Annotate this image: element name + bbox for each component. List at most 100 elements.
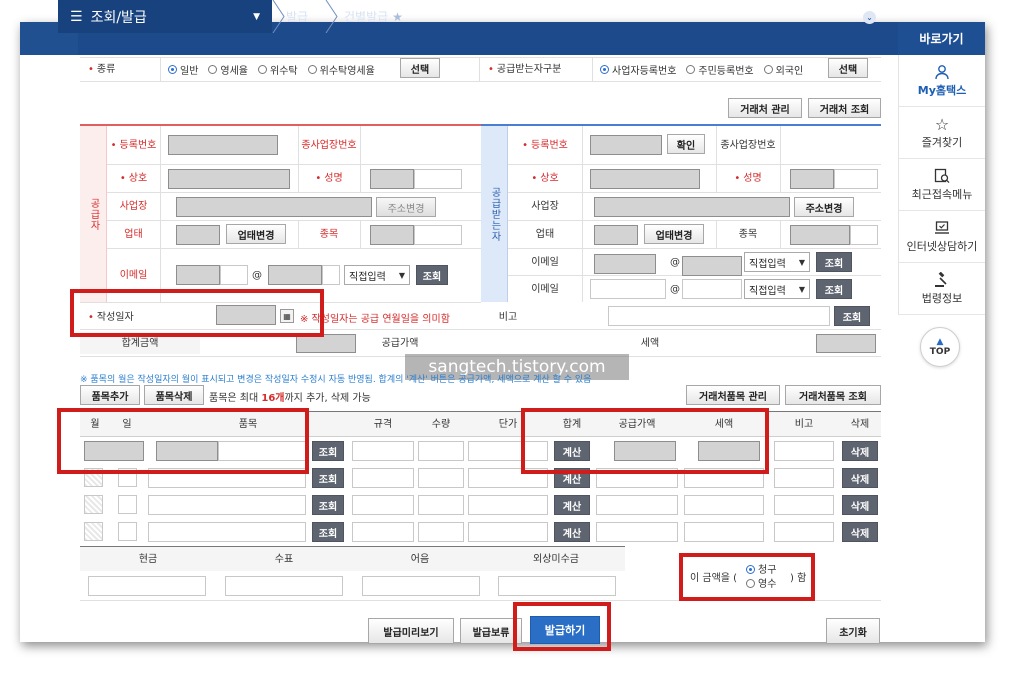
receiver-option-biz-no[interactable]: 사업자등록번호 — [600, 62, 676, 77]
partner-search-button[interactable]: 거래처 조회 — [808, 98, 881, 118]
receiver-option-foreigner[interactable]: 외국인 — [763, 62, 803, 77]
receiver-item-value — [790, 225, 850, 245]
receiver-side-label: 공급받는자 — [489, 186, 500, 242]
receiver-address-change-button[interactable]: 주소변경 — [794, 197, 854, 217]
supplier-name-label: • 상호 — [119, 172, 148, 184]
kind-option-consign[interactable]: 위수탁 — [258, 62, 298, 77]
quick-law-info[interactable]: 법령정보 — [899, 263, 985, 315]
receiver-email1-label: 이메일 — [531, 256, 559, 268]
supplier-email-at: @ — [252, 269, 262, 281]
supplier-side-label: 공급자 — [88, 197, 99, 231]
row3-delete-button[interactable]: 삭제 — [842, 495, 878, 515]
remark-lookup-button[interactable]: 조회 — [834, 306, 870, 326]
supplier-reg-no-label: • 등록번호 — [110, 139, 157, 151]
supplier-email-domain-select[interactable]: 직접입력 ▼ — [344, 265, 410, 285]
chevron-down-icon[interactable]: ⌄ — [863, 11, 876, 24]
receiver-rep-value — [790, 169, 834, 189]
supply-amount-label: 공급가액 — [381, 337, 419, 349]
highlight-claim-option — [679, 553, 815, 601]
receiver-rep-label: • 성명 — [734, 172, 762, 184]
chevron-down-icon: ▼ — [398, 270, 405, 280]
quick-recent-menu[interactable]: 최근접속메뉴 — [899, 159, 985, 211]
breadcrumb-issue[interactable]: 발급 — [286, 0, 308, 33]
receiver-email2-id-input[interactable] — [590, 279, 666, 299]
kind-option-consign-zero[interactable]: 위수탁영세율 — [307, 62, 375, 77]
receiver-type-change-button[interactable]: 업태변경 — [644, 224, 704, 244]
kind-radio-group[interactable]: 일반 영세율 위수탁 위수탁영세율 — [168, 62, 385, 77]
quick-my-hometax[interactable]: My홈택스 — [899, 55, 985, 107]
partner-manage-button[interactable]: 거래처 관리 — [728, 98, 802, 118]
supplier-address-value — [176, 197, 372, 217]
receiver-option-resident-no[interactable]: 주민등록번호 — [686, 62, 754, 77]
row3-item-lookup-button[interactable]: 조회 — [312, 495, 344, 515]
breadcrumb-separator-icon — [272, 0, 286, 34]
receiver-email1-lookup-button[interactable]: 조회 — [816, 252, 852, 272]
receiver-email2-lookup-button[interactable]: 조회 — [816, 279, 852, 299]
supplier-address-change-button[interactable]: 주소변경 — [376, 197, 436, 217]
row1-delete-button[interactable]: 삭제 — [842, 441, 878, 461]
menu-label: 조회/발급 — [90, 9, 147, 26]
row4-delete-button[interactable]: 삭제 — [842, 522, 878, 542]
supplier-reg-no-value — [168, 135, 278, 155]
supplier-biz-type-label: 업태 — [124, 228, 143, 240]
receiver-address-label: 사업장 — [531, 200, 559, 212]
chevron-down-icon: ▼ — [798, 257, 805, 267]
receiver-reg-no-label: • 등록번호 — [522, 139, 568, 151]
highlight-write-date — [70, 289, 324, 337]
payment-check-input[interactable] — [225, 576, 343, 596]
remark-input[interactable] — [608, 306, 830, 326]
kind-option-general[interactable]: 일반 — [168, 62, 198, 77]
reset-button[interactable]: 초기화 — [826, 618, 880, 644]
scroll-top-button[interactable]: ▲ TOP — [920, 327, 960, 367]
row2-item-lookup-button[interactable]: 조회 — [312, 468, 344, 488]
item-delete-button[interactable]: 품목삭제 — [144, 385, 204, 405]
recent-search-icon — [934, 168, 950, 186]
supplier-email-lookup-button[interactable]: 조회 — [416, 265, 448, 285]
receiver-type-select-button[interactable]: 선택 — [828, 58, 868, 78]
supplier-name-value — [168, 169, 290, 189]
supplier-sub-biz-label: 종사업장번호 — [301, 139, 357, 151]
partner-item-search-button[interactable]: 거래처품목 조회 — [785, 385, 881, 405]
favorite-star-icon[interactable]: ★ — [392, 10, 403, 24]
receiver-email1-domain-value — [682, 256, 742, 276]
payment-credit-input[interactable] — [498, 576, 616, 596]
partner-item-manage-button[interactable]: 거래처품목 관리 — [686, 385, 780, 405]
receiver-confirm-button[interactable]: 확인 — [667, 134, 705, 154]
receiver-email2-domain-select[interactable]: 직접입력 ▼ — [744, 279, 810, 299]
col-remark: 비고 — [794, 418, 814, 430]
supplier-item-value — [370, 225, 414, 245]
row2-delete-button[interactable]: 삭제 — [842, 468, 878, 488]
gavel-icon — [934, 271, 950, 290]
tax-amount-value — [816, 334, 876, 353]
payment-note-input[interactable] — [362, 576, 480, 596]
row1-item-lookup-button[interactable]: 조회 — [312, 441, 344, 461]
row1-remark-input[interactable] — [774, 441, 834, 461]
receiver-email1-domain-select[interactable]: 직접입력 ▼ — [744, 252, 810, 272]
row3-calc-button[interactable]: 계산 — [554, 495, 590, 515]
col-qty: 수량 — [431, 418, 451, 430]
highlight-issue-button — [513, 602, 611, 651]
issue-preview-button[interactable]: 발급미리보기 — [368, 618, 454, 644]
kind-select-button[interactable]: 선택 — [400, 58, 440, 78]
row4-calc-button[interactable]: 계산 — [554, 522, 590, 542]
supplier-type-change-button[interactable]: 업태변경 — [226, 224, 286, 244]
row1-qty-input[interactable] — [418, 441, 464, 461]
quick-favorites[interactable]: ☆ 즐겨찾기 — [899, 107, 985, 159]
menu-dropdown[interactable]: ☰ 조회/발급 ▼ — [58, 0, 272, 33]
remark-label: 비고 — [498, 311, 518, 323]
tax-amount-label: 세액 — [640, 337, 660, 349]
item-add-button[interactable]: 품목추가 — [80, 385, 140, 405]
payment-cash-input[interactable] — [88, 576, 206, 596]
kind-option-zero-rate[interactable]: 영세율 — [208, 62, 248, 77]
receiver-type-radio-group[interactable]: 사업자등록번호 주민등록번호 외국인 — [600, 62, 813, 77]
row3-item-input[interactable] — [148, 495, 306, 515]
quick-online-consult[interactable]: 인터넷상담하기 — [899, 211, 985, 263]
breadcrumb-single-issue[interactable]: 건별발급 ★ — [344, 0, 403, 33]
row4-item-input[interactable] — [148, 522, 306, 542]
receiver-email2-domain-input[interactable] — [682, 279, 742, 299]
row4-item-lookup-button[interactable]: 조회 — [312, 522, 344, 542]
receiver-email1-at: @ — [670, 256, 680, 268]
row1-spec-input[interactable] — [352, 441, 414, 461]
chevron-down-icon: ▼ — [798, 284, 805, 294]
person-icon — [934, 64, 950, 82]
